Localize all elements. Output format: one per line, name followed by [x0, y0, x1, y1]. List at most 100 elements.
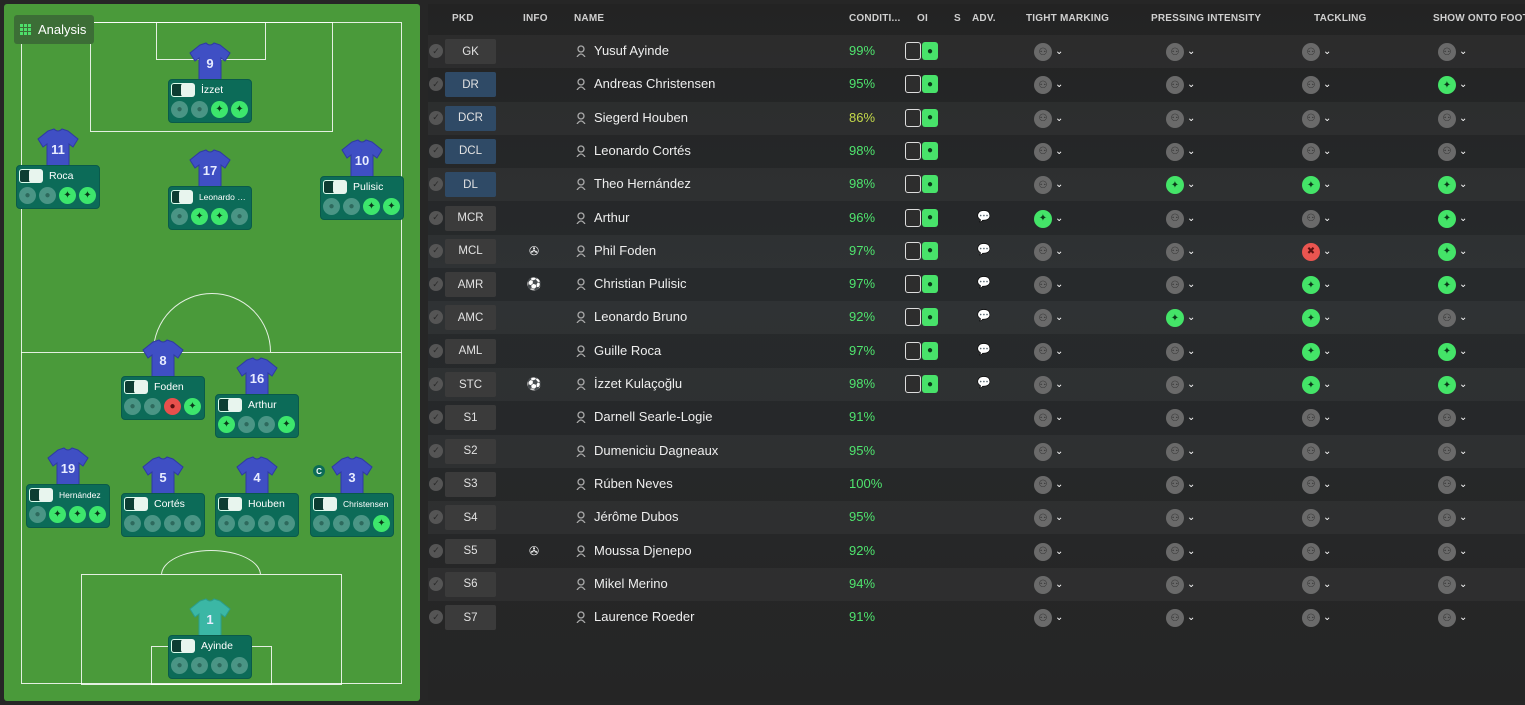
position-badge[interactable]: S1	[445, 405, 496, 431]
advice-bubble-icon[interactable]: 💬	[977, 309, 991, 323]
table-row[interactable]: ✓ DCR Siegerd Houben 86% ● ⚇ ⌄ ⚇ ⌄ ⚇ ⌄ ⚇ …	[428, 101, 1525, 135]
table-row[interactable]: ✓ DR Andreas Christensen 95% ● ⚇ ⌄ ⚇ ⌄ ⚇ …	[428, 68, 1525, 101]
player-card[interactable]: Pulisic ● ● ✦ ✦	[320, 176, 404, 220]
player-name[interactable]: Arthur	[594, 210, 629, 225]
table-row[interactable]: ✓ S4 Jérôme Dubos 95% ⚇ ⌄ ⚇ ⌄ ⚇ ⌄ ⚇ ⌄	[428, 501, 1525, 535]
position-badge[interactable]: AMR	[445, 272, 496, 298]
advice-bubble-icon[interactable]: 💬	[977, 376, 991, 390]
header-s[interactable]: S	[954, 13, 961, 24]
tackling-dropdown[interactable]: ✦ ⌄	[1302, 275, 1333, 295]
tight-marking-dropdown[interactable]: ⚇ ⌄	[1034, 442, 1065, 462]
player-name[interactable]: İzzet Kulaçoğlu	[594, 376, 682, 391]
selection-check-icon[interactable]: ✓	[429, 510, 443, 525]
show-onto-foot-dropdown[interactable]: ⚇ ⌄	[1438, 442, 1469, 462]
analysis-button[interactable]: Analysis	[14, 15, 95, 44]
table-row[interactable]: ✓ S7 Laurence Roeder 91% ⚇ ⌄ ⚇ ⌄ ⚇ ⌄ ⚇ ⌄	[428, 601, 1525, 634]
show-onto-foot-dropdown[interactable]: ⚇ ⌄	[1438, 109, 1469, 129]
pressing-intensity-dropdown[interactable]: ⚇ ⌄	[1166, 508, 1197, 528]
header-adv[interactable]: ADV.	[972, 13, 996, 24]
opposition-instructions-toggle[interactable]: ●	[905, 241, 938, 260]
table-row[interactable]: ✓ DCL Leonardo Cortés 98% ● ⚇ ⌄ ⚇ ⌄ ⚇ ⌄ ⚇…	[428, 135, 1525, 168]
opposition-instructions-toggle[interactable]: ●	[905, 275, 938, 294]
opposition-instructions-toggle[interactable]: ●	[905, 208, 938, 227]
pressing-intensity-dropdown[interactable]: ⚇ ⌄	[1166, 75, 1197, 95]
selection-check-icon[interactable]: ✓	[429, 310, 443, 325]
player-name[interactable]: Guille Roca	[594, 343, 661, 358]
player-name[interactable]: Leonardo Cortés	[594, 143, 691, 158]
selection-check-icon[interactable]: ✓	[429, 476, 443, 491]
position-badge[interactable]: S3	[445, 471, 496, 497]
selection-check-icon[interactable]: ✓	[429, 377, 443, 391]
show-onto-foot-dropdown[interactable]: ⚇ ⌄	[1438, 142, 1469, 162]
player-name[interactable]: Yusuf Ayinde	[594, 43, 669, 58]
player-card[interactable]: Foden ● ● ● ✦	[121, 376, 205, 420]
tackling-dropdown[interactable]: ✦ ⌄	[1302, 375, 1333, 395]
selection-check-icon[interactable]: ✓	[429, 143, 443, 158]
selection-check-icon[interactable]: ✓	[429, 543, 443, 558]
advice-bubble-icon[interactable]: 💬	[977, 243, 991, 257]
show-onto-foot-dropdown[interactable]: ⚇ ⌄	[1438, 608, 1469, 628]
tight-marking-dropdown[interactable]: ⚇ ⌄	[1034, 308, 1065, 328]
tackling-dropdown[interactable]: ⚇ ⌄	[1302, 508, 1333, 528]
advice-bubble-icon[interactable]: 💬	[977, 343, 991, 357]
position-badge[interactable]: DCL	[445, 138, 496, 164]
pressing-intensity-dropdown[interactable]: ⚇ ⌄	[1166, 42, 1197, 62]
tight-marking-dropdown[interactable]: ⚇ ⌄	[1034, 75, 1065, 95]
show-onto-foot-dropdown[interactable]: ⚇ ⌄	[1438, 475, 1469, 495]
selection-check-icon[interactable]: ✓	[429, 343, 443, 358]
tight-marking-dropdown[interactable]: ⚇ ⌄	[1034, 109, 1065, 129]
selection-check-icon[interactable]: ✓	[429, 410, 443, 425]
tackling-dropdown[interactable]: ⚇ ⌄	[1302, 608, 1333, 628]
tight-marking-dropdown[interactable]: ⚇ ⌄	[1034, 42, 1065, 62]
player-card[interactable]: Christensen ● ● ● ✦	[310, 493, 394, 537]
tight-marking-dropdown[interactable]: ⚇ ⌄	[1034, 375, 1065, 395]
table-row[interactable]: ✓ MCR Arthur 96% ● 💬 ✦ ⌄ ⚇ ⌄ ⚇ ⌄ ✦ ⌄	[428, 202, 1525, 235]
tackling-dropdown[interactable]: ⚇ ⌄	[1302, 575, 1333, 595]
table-row[interactable]: ✓ AMR ⚽ Christian Pulisic 97% ● 💬 ⚇ ⌄ ⚇ ⌄ ✦…	[428, 268, 1525, 301]
tight-marking-dropdown[interactable]: ⚇ ⌄	[1034, 175, 1065, 195]
player-card[interactable]: Hernández ● ✦ ✦ ✦	[26, 484, 110, 528]
show-onto-foot-dropdown[interactable]: ✦ ⌄	[1438, 242, 1469, 262]
player-name[interactable]: Laurence Roeder	[594, 609, 694, 624]
tackling-dropdown[interactable]: ⚇ ⌄	[1302, 142, 1333, 162]
header-pressing-intensity[interactable]: PRESSING INTENSITY	[1151, 13, 1261, 24]
show-onto-foot-dropdown[interactable]: ⚇ ⌄	[1438, 42, 1469, 62]
show-onto-foot-dropdown[interactable]: ✦ ⌄	[1438, 175, 1469, 195]
pressing-intensity-dropdown[interactable]: ✦ ⌄	[1166, 175, 1197, 195]
header-name[interactable]: NAME	[574, 13, 604, 24]
table-row[interactable]: ✓ GK Yusuf Ayinde 99% ● ⚇ ⌄ ⚇ ⌄ ⚇ ⌄ ⚇ ⌄	[428, 35, 1525, 68]
tackling-dropdown[interactable]: ✖ ⌄	[1302, 242, 1333, 262]
tight-marking-dropdown[interactable]: ⚇ ⌄	[1034, 142, 1065, 162]
header-condition[interactable]: CONDITI...	[849, 13, 900, 24]
tight-marking-dropdown[interactable]: ⚇ ⌄	[1034, 542, 1065, 562]
position-badge[interactable]: MCR	[445, 205, 496, 231]
tackling-dropdown[interactable]: ✦ ⌄	[1302, 342, 1333, 362]
player-name[interactable]: Rúben Neves	[594, 476, 673, 491]
table-row[interactable]: ✓ S1 Darnell Searle-Logie 91% ⚇ ⌄ ⚇ ⌄ ⚇ …	[428, 401, 1525, 434]
selection-check-icon[interactable]: ✓	[429, 77, 443, 92]
opposition-instructions-toggle[interactable]: ●	[905, 308, 938, 327]
player-card[interactable]: Roca ● ● ✦ ✦	[16, 165, 100, 209]
show-onto-foot-dropdown[interactable]: ⚇ ⌄	[1438, 542, 1469, 562]
selection-check-icon[interactable]: ✓	[429, 110, 443, 125]
pressing-intensity-dropdown[interactable]: ✦ ⌄	[1166, 308, 1197, 328]
selection-check-icon[interactable]: ✓	[429, 243, 443, 258]
player-name[interactable]: Theo Hernández	[594, 176, 691, 191]
pressing-intensity-dropdown[interactable]: ⚇ ⌄	[1166, 342, 1197, 362]
tight-marking-dropdown[interactable]: ⚇ ⌄	[1034, 275, 1065, 295]
advice-bubble-icon[interactable]: 💬	[977, 276, 991, 290]
tight-marking-dropdown[interactable]: ⚇ ⌄	[1034, 408, 1065, 428]
header-oi[interactable]: OI	[917, 13, 928, 24]
tight-marking-dropdown[interactable]: ⚇ ⌄	[1034, 575, 1065, 595]
tight-marking-dropdown[interactable]: ✦ ⌄	[1034, 209, 1065, 229]
position-badge[interactable]: AMC	[445, 305, 496, 331]
position-badge[interactable]: S6	[445, 571, 496, 597]
player-name[interactable]: Christian Pulisic	[594, 276, 686, 291]
position-badge[interactable]: DL	[445, 172, 496, 198]
table-row[interactable]: ✓ AMC Leonardo Bruno 92% ● 💬 ⚇ ⌄ ✦ ⌄ ✦ ⌄ ⚇…	[428, 301, 1525, 335]
tackling-dropdown[interactable]: ⚇ ⌄	[1302, 75, 1333, 95]
player-name[interactable]: Jérôme Dubos	[594, 509, 679, 524]
position-badge[interactable]: S4	[445, 505, 496, 531]
player-card[interactable]: İzzet ● ● ✦ ✦	[168, 79, 252, 123]
tight-marking-dropdown[interactable]: ⚇ ⌄	[1034, 608, 1065, 628]
